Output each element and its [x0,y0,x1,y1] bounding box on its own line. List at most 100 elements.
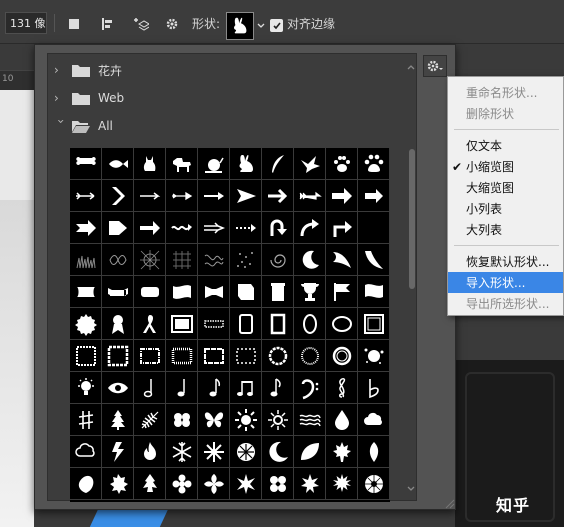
shape-cell[interactable] [198,148,230,180]
shape-cell[interactable] [134,468,166,500]
shape-cell[interactable] [326,180,358,212]
shape-cell[interactable] [70,468,102,500]
shape-cell[interactable] [262,212,294,244]
shape-cell[interactable] [70,308,102,340]
shape-cell[interactable] [198,372,230,404]
folder-row-web[interactable]: › Web [48,84,403,112]
shape-cell[interactable] [102,180,134,212]
shape-cell[interactable] [166,180,198,212]
shape-cell[interactable] [358,436,390,468]
chevron-right-icon[interactable]: › [54,91,68,105]
panel-gear-button[interactable] [423,55,447,77]
shape-cell[interactable] [198,340,230,372]
shape-cell[interactable] [198,180,230,212]
shape-cell[interactable] [134,372,166,404]
menu-item[interactable]: 导出所选形状... [448,293,563,314]
shape-cell[interactable] [230,180,262,212]
shape-cell[interactable] [294,468,326,500]
shape-cell[interactable] [166,148,198,180]
menu-item[interactable]: 重命名形状... [448,82,563,103]
shape-cell[interactable] [326,308,358,340]
shape-cell[interactable] [262,436,294,468]
shape-cell[interactable] [70,372,102,404]
shape-cell[interactable] [358,404,390,436]
shape-cell[interactable] [166,404,198,436]
shape-cell[interactable] [102,340,134,372]
shape-cell[interactable] [166,436,198,468]
path-arrangement-icon[interactable] [129,13,153,35]
shape-cell[interactable] [230,148,262,180]
scroll-down-icon[interactable] [406,484,416,494]
resize-grip-icon[interactable] [443,497,455,509]
shape-cell[interactable] [102,276,134,308]
align-edges-checkbox[interactable] [270,19,283,32]
shape-cell[interactable] [134,340,166,372]
shape-cell[interactable] [134,212,166,244]
shape-cell[interactable] [294,244,326,276]
shape-cell[interactable] [70,276,102,308]
shape-cell[interactable] [134,148,166,180]
shape-cell[interactable] [166,372,198,404]
shape-cell[interactable] [358,180,390,212]
shape-cell[interactable] [198,276,230,308]
shape-cell[interactable] [70,244,102,276]
shape-cell[interactable] [358,308,390,340]
shape-cell[interactable] [230,340,262,372]
shape-cell[interactable] [198,244,230,276]
shape-cell[interactable] [166,212,198,244]
shape-cell[interactable] [262,404,294,436]
shape-cell[interactable] [230,276,262,308]
shape-cell[interactable] [70,180,102,212]
shape-cell[interactable] [134,436,166,468]
shape-cell[interactable] [230,372,262,404]
shape-cell[interactable] [166,340,198,372]
shape-cell[interactable] [166,276,198,308]
shape-cell[interactable] [358,212,390,244]
shape-cell[interactable] [102,308,134,340]
shape-cell[interactable] [230,436,262,468]
shape-cell[interactable] [134,180,166,212]
shape-cell[interactable] [294,148,326,180]
path-alignment-icon[interactable] [96,13,120,35]
shape-cell[interactable] [326,340,358,372]
shape-cell[interactable] [294,404,326,436]
shape-cell[interactable] [166,244,198,276]
shape-cell[interactable] [326,372,358,404]
shape-cell[interactable] [70,404,102,436]
shape-cell[interactable] [102,468,134,500]
document-canvas[interactable] [0,90,34,527]
chevron-down-icon[interactable] [256,20,266,30]
shape-cell[interactable] [198,404,230,436]
scroll-up-icon[interactable] [406,62,416,72]
shape-cell[interactable] [294,212,326,244]
shape-cell[interactable] [230,244,262,276]
shape-cell[interactable] [102,244,134,276]
shape-cell[interactable] [294,308,326,340]
shape-cell[interactable] [358,148,390,180]
shape-cell[interactable] [134,276,166,308]
menu-item[interactable]: ✔ 小缩览图 [448,156,563,177]
shape-cell[interactable] [102,372,134,404]
shape-cell[interactable] [102,436,134,468]
menu-item[interactable]: 仅文本 [448,135,563,156]
shape-cell[interactable] [198,468,230,500]
shape-cell[interactable] [326,212,358,244]
shape-cell[interactable] [70,212,102,244]
scrollbar-thumb[interactable] [409,149,415,289]
folder-row-all[interactable]: › All [48,112,403,140]
shape-cell[interactable] [134,404,166,436]
shape-cell[interactable] [166,468,198,500]
shape-cell[interactable] [358,468,390,500]
shape-cell[interactable] [70,148,102,180]
shape-cell[interactable] [134,308,166,340]
shape-cell[interactable] [262,148,294,180]
menu-item[interactable]: 导入形状... [448,272,563,293]
menu-item[interactable]: 大缩览图 [448,177,563,198]
path-operations-icon[interactable] [62,13,86,35]
shape-picker-swatch[interactable] [226,12,254,40]
menu-item[interactable]: 删除形状 [448,103,563,124]
shape-cell[interactable] [326,148,358,180]
shape-cell[interactable] [358,340,390,372]
shape-cell[interactable] [198,436,230,468]
shape-cell[interactable] [262,372,294,404]
